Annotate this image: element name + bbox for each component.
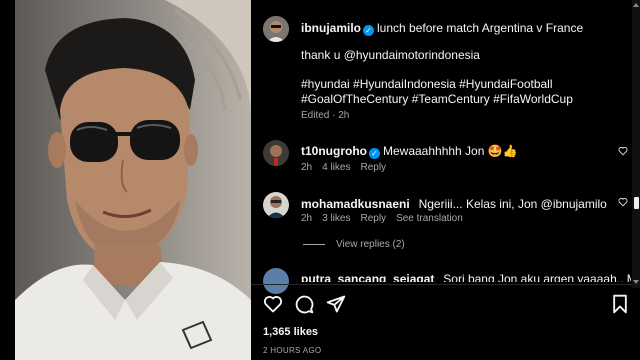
comment-like-heart-icon[interactable]	[618, 146, 628, 156]
bookmark-icon[interactable]	[611, 294, 629, 314]
comment-username[interactable]: mohamadkusnaeni	[301, 197, 410, 211]
comment-avatar[interactable]	[263, 268, 289, 294]
comment-avatar-image	[263, 192, 289, 218]
comment-likes[interactable]: 4 likes	[322, 162, 350, 173]
caption-hashtags-1[interactable]: #hyundai #HyundaiIndonesia #HyundaiFootb…	[301, 77, 553, 91]
verified-badge-icon: ✓	[363, 25, 374, 36]
comment-username[interactable]: t10nugroho	[301, 144, 367, 158]
comments-scrollbar[interactable]	[632, 0, 640, 288]
comment-icon[interactable]	[294, 294, 314, 314]
caption-hashtags-2[interactable]: #GoalOfTheCentury #TeamCentury #FifaWorl…	[301, 92, 573, 106]
comment-username[interactable]: putra_sancang_sejagat	[301, 272, 434, 282]
post-media[interactable]	[15, 0, 251, 360]
caption-thanks: thank u @hyundaimotorindonesia	[301, 48, 480, 62]
actions-divider	[251, 284, 640, 285]
comment-like-heart-icon[interactable]	[618, 197, 628, 207]
comment-text: Mewaaahhhhh Jon 🤩👍	[383, 144, 518, 158]
comment-reply-button[interactable]: Reply	[360, 162, 386, 173]
comment-row-3: putra_sancang_sejagat Sori bang Jon aku …	[301, 270, 631, 282]
comment-meta: 2h 3 likes Reply See translation	[301, 213, 473, 224]
comment-likes[interactable]: 3 likes	[322, 213, 350, 224]
comment-time: 2h	[301, 162, 313, 173]
verified-badge-icon: ✓	[369, 148, 380, 159]
share-icon[interactable]	[326, 294, 346, 314]
heart-icon[interactable]	[263, 294, 283, 314]
author-avatar-image	[263, 16, 289, 42]
caption-first-line: lunch before match Argentina v France	[377, 21, 584, 35]
media-image	[15, 0, 251, 360]
scrollbar-thumb[interactable]	[634, 197, 639, 209]
comment-avatar-image	[263, 140, 289, 166]
post-timestamp: 2 HOURS AGO	[263, 346, 322, 355]
comments-panel: ibnujamilo ✓ lunch before match Argentina …	[251, 0, 640, 360]
view-replies-button[interactable]: View replies (2)	[336, 239, 405, 250]
scroll-down-arrow-icon[interactable]	[633, 280, 639, 284]
comment-text: Sori bang Jon aku argen yaaaah.. Messi	[443, 272, 631, 282]
caption-edited: Edited · 2h	[301, 110, 350, 121]
likes-count[interactable]: 1,365 likes	[263, 326, 318, 338]
scroll-up-arrow-icon[interactable]	[633, 3, 639, 7]
comment-avatar[interactable]	[263, 192, 289, 218]
comment-avatar[interactable]	[263, 140, 289, 166]
see-translation-button[interactable]: See translation	[396, 213, 463, 224]
author-username[interactable]: ibnujamilo	[301, 21, 361, 35]
view-replies-divider	[303, 244, 325, 245]
comment-text: Ngeriii... Kelas ini, Jon @ibnujamilo	[418, 197, 607, 211]
comment-meta: 2h 4 likes Reply	[301, 162, 396, 173]
author-avatar[interactable]	[263, 16, 289, 42]
comment-time: 2h	[301, 213, 313, 224]
comment-row-1: t10nugroho ✓ Mewaaahhhhh Jon 🤩👍	[301, 142, 611, 160]
comment-reply-button[interactable]: Reply	[360, 213, 386, 224]
comment-row-2: mohamadkusnaeni Ngeriii... Kelas ini, Jo…	[301, 195, 621, 213]
post-caption: ibnujamilo ✓ lunch before match Argentina …	[301, 19, 621, 37]
